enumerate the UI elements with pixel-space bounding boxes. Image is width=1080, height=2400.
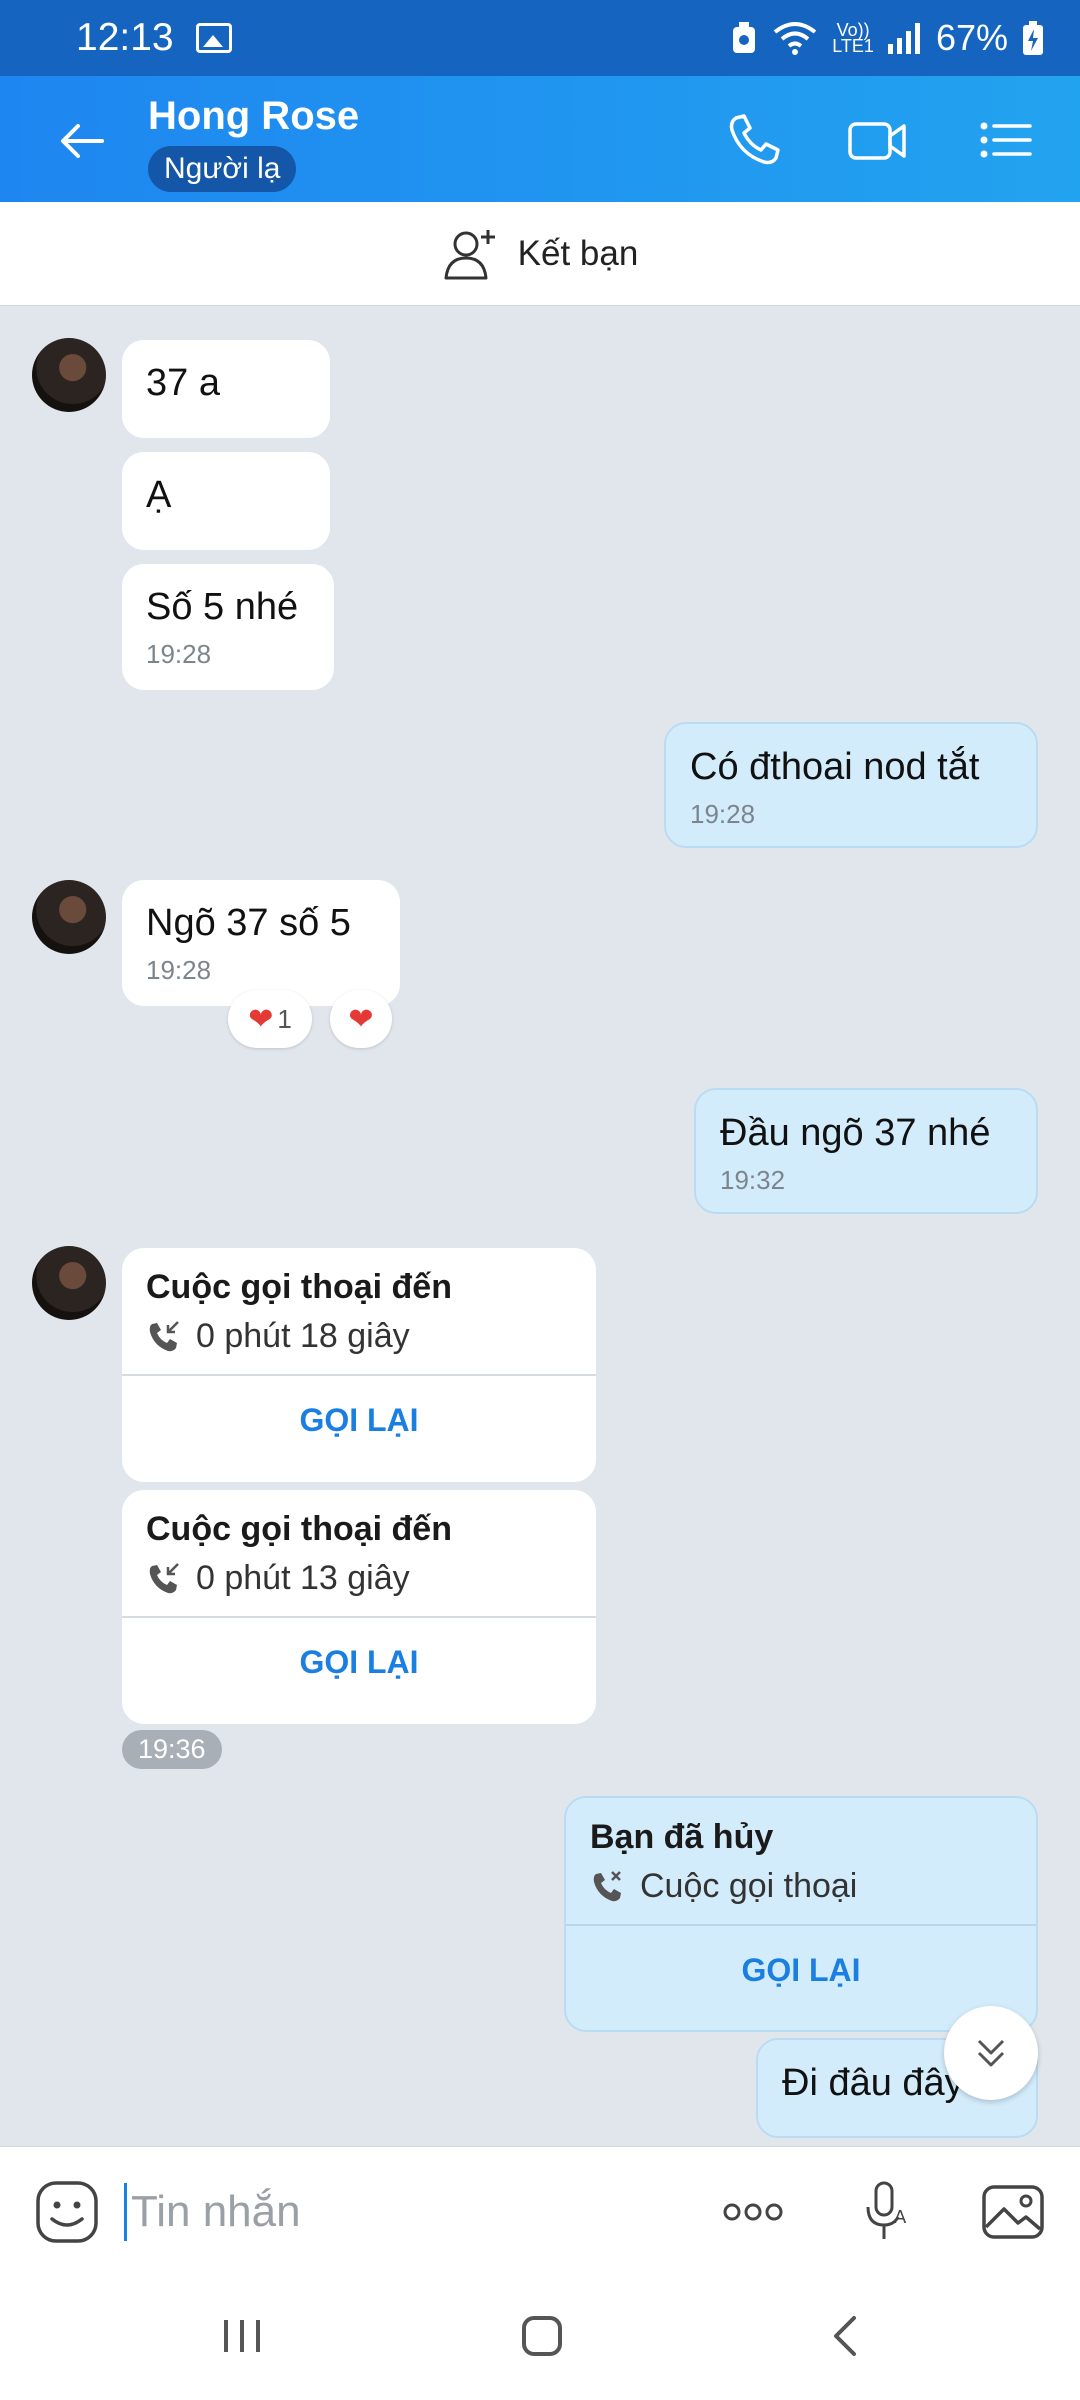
incoming-call-card: Cuộc gọi thoại đến 0 phút 13 giây GỌI LẠ… xyxy=(122,1490,596,1724)
message-text: Ngõ 37 số 5 xyxy=(146,902,351,944)
home-icon[interactable] xyxy=(512,2306,572,2366)
nav-back-icon[interactable] xyxy=(816,2306,876,2366)
message-text: Ạ xyxy=(146,474,172,516)
add-friend-button[interactable]: Kết bạn xyxy=(0,202,1080,306)
call-title: Bạn đã hủy xyxy=(590,1818,774,1856)
incoming-call-icon xyxy=(149,1562,179,1593)
message-text: 37 a xyxy=(146,362,220,404)
reaction-count: 1 xyxy=(277,1003,292,1034)
call-title: Cuộc gọi thoại đến xyxy=(146,1268,452,1306)
sticker-emoji-icon[interactable] xyxy=(32,2177,102,2247)
stranger-badge: Người lạ xyxy=(148,146,297,192)
system-nav-bar xyxy=(0,2276,1080,2400)
call-back-button[interactable]: GỌI LẠI xyxy=(566,1924,1036,2012)
message-text: Có đthoai nod tắt xyxy=(690,746,980,788)
back-arrow-icon[interactable] xyxy=(50,106,120,176)
message-bubble[interactable]: 37 a xyxy=(122,340,330,438)
gallery-notification-icon xyxy=(195,23,232,53)
svg-text:A: A xyxy=(894,2207,907,2228)
incoming-call-icon xyxy=(149,1320,179,1351)
message-time: 19:32 xyxy=(720,1165,786,1195)
battery-percent: 67% xyxy=(935,17,1008,58)
video-call-icon[interactable] xyxy=(846,110,910,170)
message-bubble[interactable]: Số 5 nhé 19:28 xyxy=(122,564,334,690)
avatar[interactable] xyxy=(32,338,106,412)
image-gallery-icon[interactable] xyxy=(978,2177,1048,2247)
scroll-to-bottom-button[interactable] xyxy=(944,2006,1038,2100)
heart-icon: ❤ xyxy=(348,1002,374,1036)
message-bubble[interactable]: Ạ xyxy=(122,452,330,550)
recent-apps-icon[interactable] xyxy=(212,2306,272,2366)
add-user-icon xyxy=(444,229,495,279)
message-text: Đầu ngõ 37 nhé xyxy=(720,1112,991,1154)
more-options-icon[interactable] xyxy=(718,2177,788,2247)
volte-bottom: LTE1 xyxy=(832,36,874,56)
call-duration: 0 phút 13 giây xyxy=(196,1559,410,1597)
volte-indicator: Vo)) LTE1 xyxy=(832,21,874,56)
avatar[interactable] xyxy=(32,880,106,954)
message-input[interactable]: Tin nhắn xyxy=(124,2183,301,2241)
incoming-call-card: Cuộc gọi thoại đến 0 phút 18 giây GỌI LẠ… xyxy=(122,1248,596,1482)
chat-header: Hong Rose Người lạ xyxy=(0,76,1080,202)
call-back-button[interactable]: GỌI LẠI xyxy=(122,1616,596,1704)
reaction-summary[interactable]: ❤ 1 xyxy=(228,990,312,1048)
message-time: 19:28 xyxy=(146,955,212,985)
my-message-bubble[interactable]: Có đthoai nod tắt 19:28 xyxy=(664,722,1038,848)
time-divider: 19:36 xyxy=(122,1730,222,1769)
contact-name[interactable]: Hong Rose xyxy=(148,94,359,139)
voice-to-text-icon[interactable]: A xyxy=(850,2177,920,2247)
phone-call-icon[interactable] xyxy=(722,110,786,170)
my-message-bubble[interactable]: Đầu ngõ 37 nhé 19:32 xyxy=(694,1088,1038,1214)
call-back-button[interactable]: GỌI LẠI xyxy=(122,1374,596,1462)
call-title: Cuộc gọi thoại đến xyxy=(146,1510,452,1548)
signal-icon xyxy=(887,23,920,54)
message-bubble[interactable]: Ngõ 37 số 5 19:28 xyxy=(122,880,400,1006)
message-text: Số 5 nhé xyxy=(146,586,299,628)
status-bar: 12:13 Vo)) LTE1 67% xyxy=(0,0,1080,76)
data-saver-icon xyxy=(733,22,756,53)
message-list[interactable]: 37 a Ạ Số 5 nhé 19:28 Có đthoai nod tắt … xyxy=(0,306,1080,2146)
message-time: 19:28 xyxy=(690,799,756,829)
add-friend-label: Kết bạn xyxy=(517,233,639,273)
double-chevron-down-icon xyxy=(977,2039,1005,2067)
heart-reaction-button[interactable]: ❤ xyxy=(330,990,392,1048)
call-subtitle: Cuộc gọi thoại xyxy=(640,1867,858,1905)
missed-call-icon xyxy=(593,1870,621,1901)
battery-charging-icon xyxy=(1023,21,1043,55)
message-time: 19:28 xyxy=(146,639,212,669)
status-time: 12:13 xyxy=(76,16,174,59)
wifi-icon xyxy=(774,22,817,55)
call-duration: 0 phút 18 giây xyxy=(196,1317,410,1355)
menu-list-icon[interactable] xyxy=(974,110,1038,170)
cancelled-call-card: Bạn đã hủy Cuộc gọi thoại GỌI LẠI xyxy=(564,1796,1038,2032)
message-composer: Tin nhắn A xyxy=(0,2146,1080,2276)
avatar[interactable] xyxy=(32,1246,106,1320)
heart-icon: ❤ xyxy=(248,1002,274,1036)
